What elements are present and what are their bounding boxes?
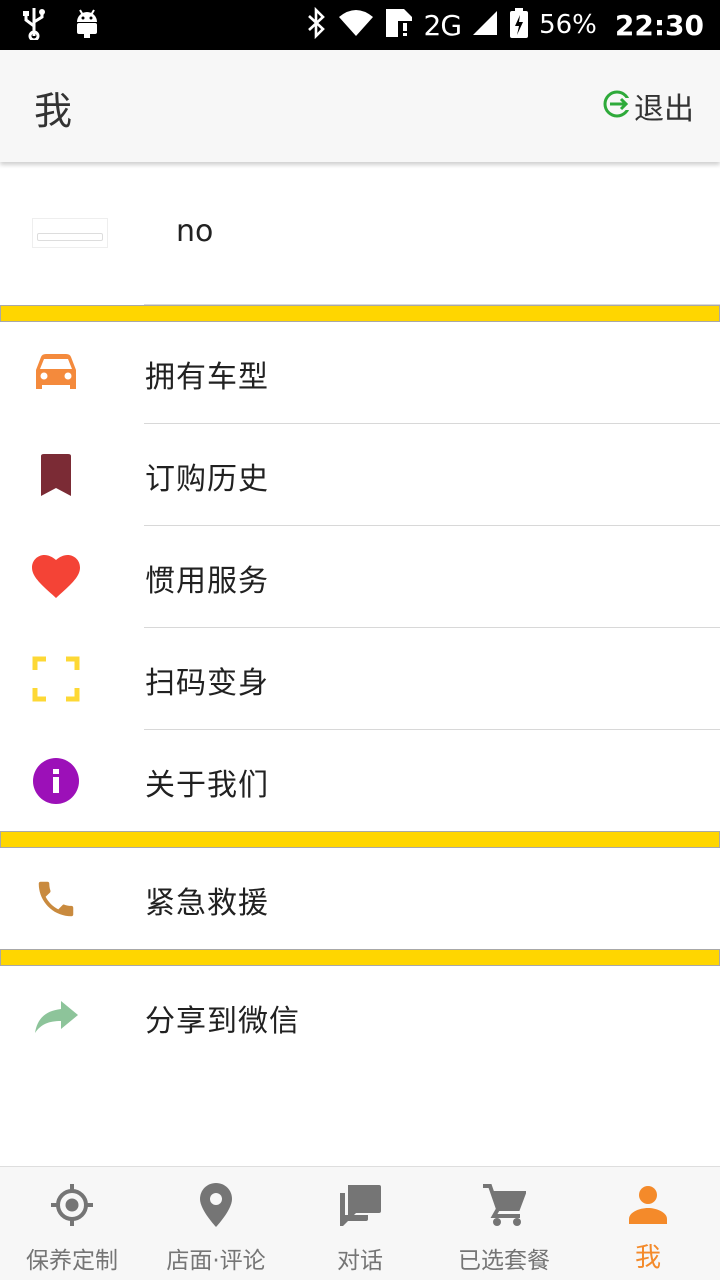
- phone-icon: [28, 874, 84, 924]
- person-icon: [624, 1181, 672, 1229]
- nav-tab-stores-reviews[interactable]: 店面·评论: [144, 1167, 288, 1280]
- heart-icon: [28, 552, 84, 602]
- wifi-icon: [338, 9, 374, 41]
- app-bar: 我 退出: [0, 50, 720, 162]
- section-separator: [0, 949, 720, 966]
- logout-label: 退出: [634, 92, 694, 127]
- page-title: 我: [34, 89, 73, 133]
- menu-item-emergency-rescue[interactable]: 紧急救援: [0, 848, 720, 950]
- menu-item-label: 分享到微信: [145, 1004, 300, 1039]
- nav-tab-label: 已选套餐: [458, 1248, 550, 1274]
- menu-item-label: 订购历史: [145, 462, 269, 497]
- nav-tab-maintenance-customize[interactable]: 保养定制: [0, 1167, 144, 1280]
- cart-icon: [480, 1181, 528, 1229]
- menu-item-share-to-wechat[interactable]: 分享到微信: [0, 966, 720, 1068]
- chat-icon: [336, 1181, 384, 1229]
- section-separator: [0, 831, 720, 848]
- location-pin-icon: [192, 1181, 240, 1229]
- target-icon: [48, 1181, 96, 1229]
- menu-item-favorite-services[interactable]: 惯用服务: [0, 526, 720, 628]
- menu-item-label: 拥有车型: [145, 360, 269, 395]
- scan-icon: [28, 654, 84, 704]
- car-icon: [28, 348, 84, 398]
- android-debug-icon: [74, 8, 100, 42]
- nav-tab-label: 店面·评论: [166, 1248, 266, 1274]
- nav-tab-chat[interactable]: 对话: [288, 1167, 432, 1280]
- sim-alert-icon: [384, 7, 414, 43]
- status-bar: 2G 56% 22:30: [0, 0, 720, 50]
- section-separator: [0, 305, 720, 322]
- nav-tab-selected-packages[interactable]: 已选套餐: [432, 1167, 576, 1280]
- nav-tab-me[interactable]: 我: [576, 1167, 720, 1280]
- menu-item-label: 扫码变身: [145, 666, 269, 701]
- usb-icon: [22, 6, 46, 44]
- menu-item-label: 关于我们: [145, 768, 269, 803]
- battery-icon: [509, 7, 529, 43]
- logout-button[interactable]: 退出: [602, 84, 694, 128]
- nav-tab-label: 我: [634, 1243, 661, 1273]
- nav-tab-label: 对话: [337, 1248, 383, 1274]
- network-type-label: 2G: [423, 8, 463, 42]
- username: no: [176, 214, 214, 249]
- menu-item-owned-car-models[interactable]: 拥有车型: [0, 322, 720, 424]
- avatar-thumbnail-search-bar: [37, 233, 103, 241]
- profile-header[interactable]: no: [0, 162, 720, 305]
- info-icon: [28, 756, 84, 806]
- bookmark-icon: [28, 450, 84, 500]
- menu-item-about-us[interactable]: 关于我们: [0, 730, 720, 832]
- battery-percent: 56%: [539, 10, 597, 40]
- avatar[interactable]: [32, 218, 108, 248]
- menu-item-label: 紧急救援: [145, 886, 269, 921]
- menu-item-scan-code[interactable]: 扫码变身: [0, 628, 720, 730]
- share-icon: [28, 992, 84, 1042]
- nav-tab-label: 保养定制: [26, 1248, 118, 1274]
- signal-icon: [471, 9, 499, 41]
- logout-icon: [602, 89, 632, 123]
- bottom-navigation: 保养定制 店面·评论 对话 已选套餐 我: [0, 1166, 720, 1280]
- bluetooth-icon: [306, 6, 328, 43]
- clock: 22:30: [614, 8, 704, 42]
- menu-item-order-history[interactable]: 订购历史: [0, 424, 720, 526]
- menu-item-label: 惯用服务: [145, 564, 269, 599]
